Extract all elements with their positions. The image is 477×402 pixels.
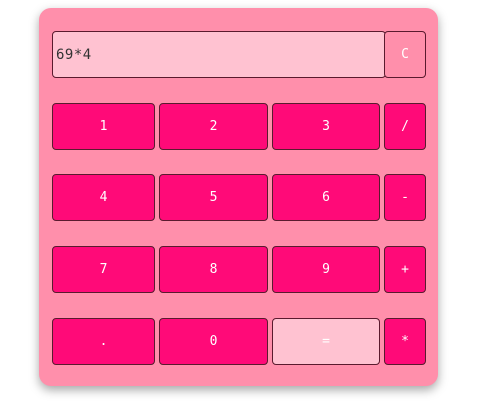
display-field[interactable]: 69*4 [52, 31, 386, 78]
digit-0-button[interactable]: 0 [159, 318, 268, 365]
digit-8-button[interactable]: 8 [159, 246, 268, 293]
digit-2-button[interactable]: 2 [159, 103, 268, 150]
decimal-button[interactable]: . [52, 318, 155, 365]
plus-button[interactable]: + [384, 246, 426, 293]
equals-button[interactable]: = [272, 318, 380, 365]
digit-5-button[interactable]: 5 [159, 174, 268, 221]
divide-button[interactable]: / [384, 103, 426, 150]
digit-3-button[interactable]: 3 [272, 103, 380, 150]
clear-button[interactable]: C [384, 31, 426, 78]
digit-1-button[interactable]: 1 [52, 103, 155, 150]
digit-7-button[interactable]: 7 [52, 246, 155, 293]
calculator-panel: 69*4 C 1 2 3 / 4 5 6 - 7 8 9 + . 0 = * [39, 8, 438, 386]
digit-4-button[interactable]: 4 [52, 174, 155, 221]
minus-button[interactable]: - [384, 174, 426, 221]
multiply-button[interactable]: * [384, 318, 426, 365]
digit-6-button[interactable]: 6 [272, 174, 380, 221]
digit-9-button[interactable]: 9 [272, 246, 380, 293]
